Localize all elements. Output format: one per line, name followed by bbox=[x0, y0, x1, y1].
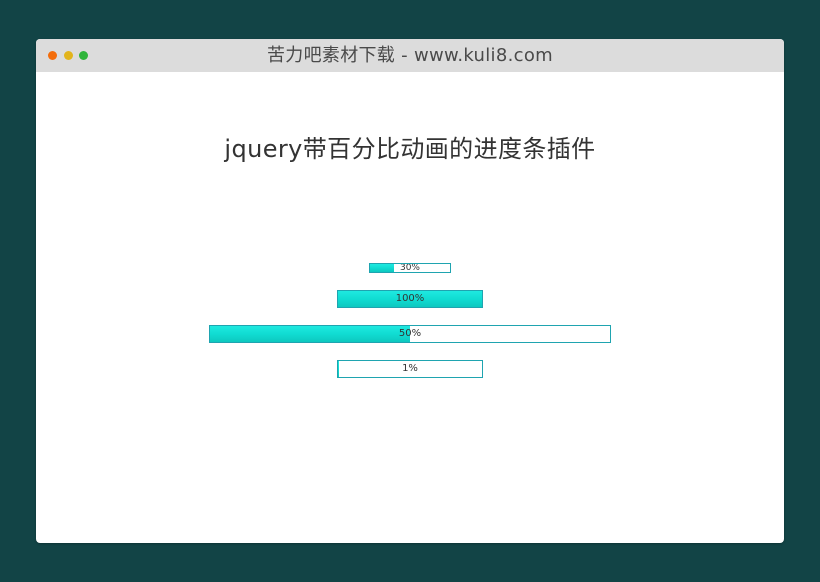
window-title: 苦力吧素材下载 - www.kuli8.com bbox=[267, 45, 553, 66]
progress-bar-30: 30% bbox=[369, 263, 451, 273]
window-titlebar: 苦力吧素材下载 - www.kuli8.com bbox=[36, 39, 784, 72]
progress-bar-100: 100% bbox=[337, 290, 483, 308]
progress-label: 1% bbox=[402, 363, 418, 374]
progress-bar-1: 1% bbox=[337, 360, 483, 378]
progress-label: 50% bbox=[398, 328, 422, 339]
progress-bar-50: 50% bbox=[209, 325, 611, 343]
progress-label: 100% bbox=[395, 293, 425, 304]
progress-label: 30% bbox=[399, 263, 420, 273]
browser-window: 苦力吧素材下载 - www.kuli8.com jquery带百分比动画的进度条… bbox=[36, 39, 784, 543]
page-title: jquery带百分比动画的进度条插件 bbox=[224, 135, 596, 163]
